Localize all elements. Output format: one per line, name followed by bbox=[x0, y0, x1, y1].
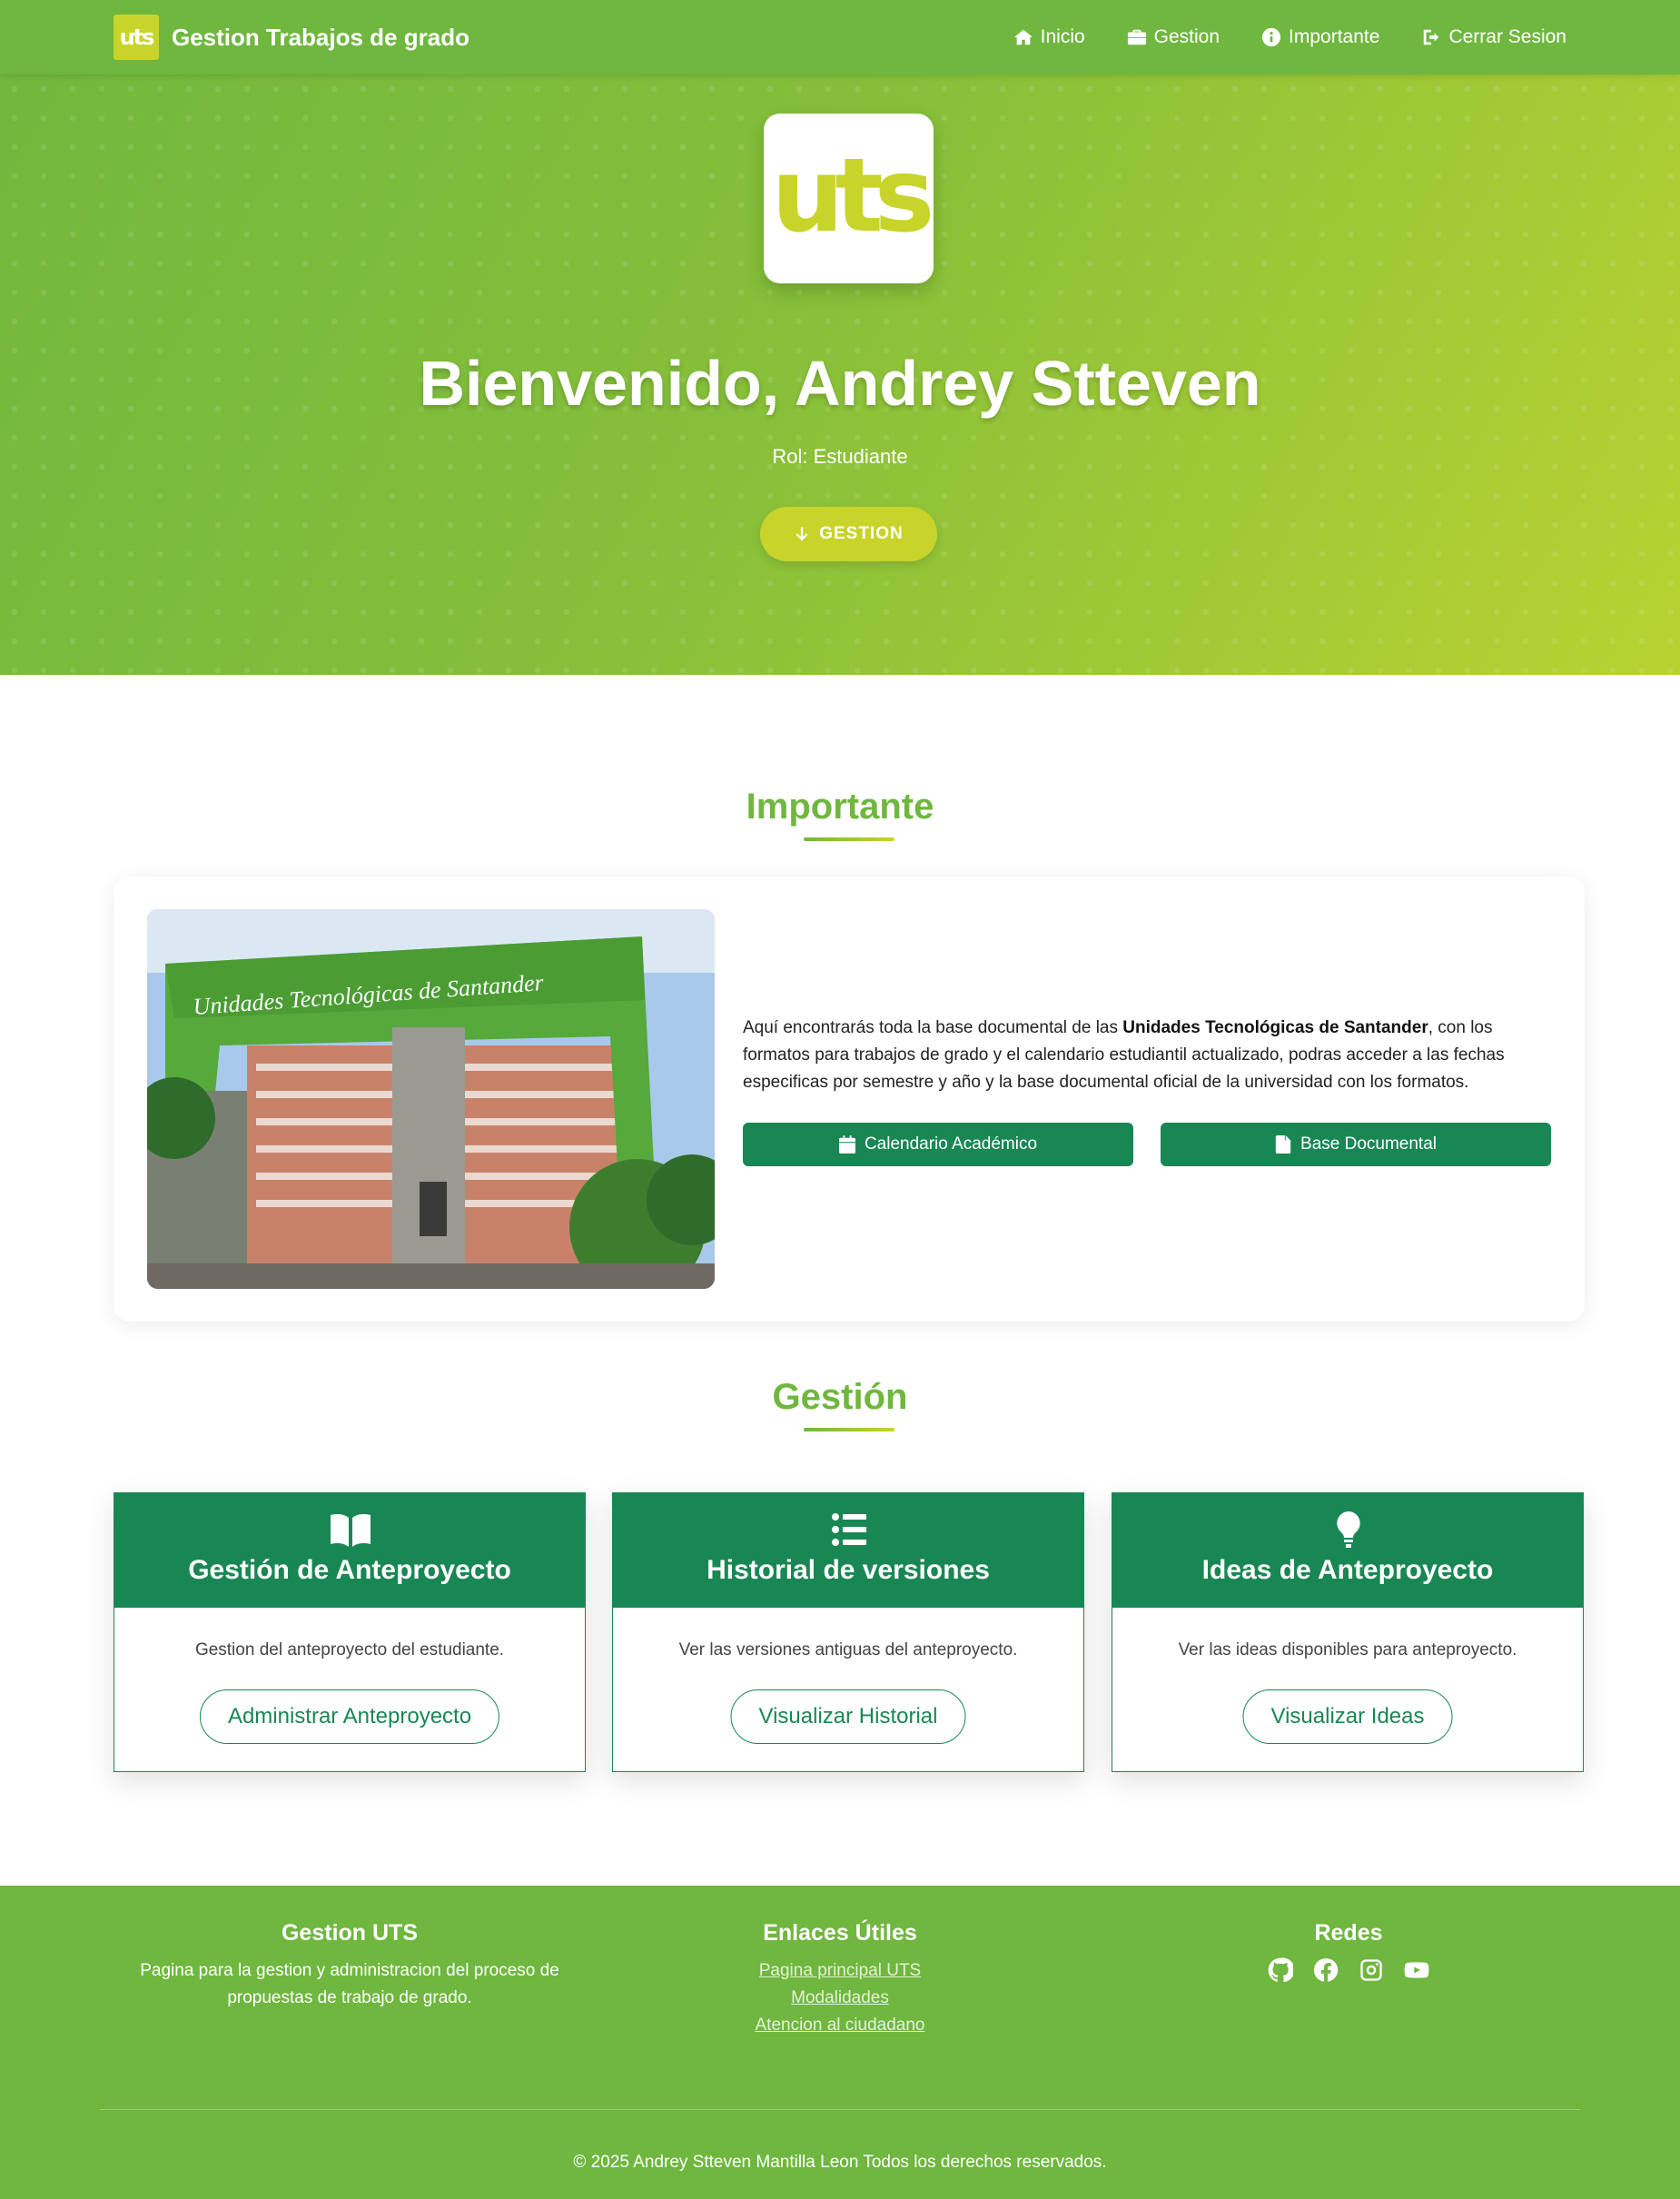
footer: Gestion UTS Pagina para la gestion y adm… bbox=[0, 1886, 1680, 2199]
visualizar-ideas-button[interactable]: Visualizar Ideas bbox=[1242, 1689, 1453, 1744]
instagram-icon[interactable] bbox=[1359, 1957, 1384, 1983]
card-ideas-title: Ideas de Anteproyecto bbox=[1201, 1555, 1494, 1585]
base-documental-label: Base Documental bbox=[1300, 1134, 1437, 1154]
footer-divider bbox=[100, 2109, 1580, 2110]
link-atencion-ciudadano[interactable]: Atencion al ciudadano bbox=[604, 2012, 1076, 2039]
lightbulb-icon bbox=[1337, 1511, 1360, 1548]
social-icons bbox=[1112, 1957, 1585, 1983]
footer-links: Enlaces Útiles Pagina principal UTS Moda… bbox=[604, 1920, 1076, 2039]
uts-logo: uts bbox=[114, 15, 159, 60]
brand-title: Gestion Trabajos de grado bbox=[172, 23, 469, 51]
importante-title: Importante bbox=[746, 787, 934, 827]
gestion-title: Gestión bbox=[772, 1377, 908, 1417]
footer-about: Gestion UTS Pagina para la gestion y adm… bbox=[114, 1920, 586, 2012]
card-anteproyecto-desc: Gestion del anteproyecto del estudiante. bbox=[194, 1640, 505, 1659]
nav-gestion-label: Gestion bbox=[1153, 26, 1220, 47]
card-ideas-header: Ideas de Anteproyecto bbox=[1112, 1493, 1583, 1608]
navbar: uts Gestion Trabajos de grado Inicio Ges… bbox=[0, 0, 1680, 74]
administrar-anteproyecto-button[interactable]: Administrar Anteproyecto bbox=[199, 1689, 500, 1744]
footer-links-title: Enlaces Útiles bbox=[763, 1920, 917, 1946]
sign-out-icon bbox=[1424, 29, 1439, 45]
link-pagina-principal[interactable]: Pagina principal UTS bbox=[604, 1957, 1076, 1985]
github-icon[interactable] bbox=[1268, 1957, 1293, 1983]
arrow-down-icon bbox=[796, 527, 808, 541]
gestion-scroll-label: GESTION bbox=[819, 524, 904, 543]
card-historial-desc: Ver las versiones antiguas del anteproye… bbox=[678, 1640, 1018, 1659]
hero-logo-text: uts bbox=[771, 136, 935, 255]
home-icon bbox=[1013, 29, 1033, 45]
file-icon bbox=[1275, 1135, 1291, 1154]
card-historial-header: Historial de versiones bbox=[613, 1493, 1083, 1608]
briefcase-icon bbox=[1127, 29, 1146, 45]
gestion-underline bbox=[804, 1428, 894, 1431]
importante-description: Aquí encontrarás toda la base documental… bbox=[743, 1015, 1551, 1096]
calendar-icon bbox=[838, 1135, 855, 1154]
hero-logo: uts bbox=[764, 114, 934, 283]
info-circle-icon bbox=[1261, 27, 1281, 47]
card-historial: Historial de versiones Ver las versiones… bbox=[612, 1492, 1084, 1772]
nav-inicio[interactable]: Inicio bbox=[1013, 26, 1085, 48]
footer-about-title: Gestion UTS bbox=[281, 1920, 418, 1946]
footer-about-text: Pagina para la gestion y administracion … bbox=[140, 1961, 559, 2007]
card-historial-title: Historial de versiones bbox=[707, 1555, 990, 1585]
list-icon bbox=[832, 1513, 866, 1546]
hero-section: uts Bienvenido, Andrey Stteven Rol: Estu… bbox=[0, 74, 1680, 675]
card-anteproyecto-title: Gestión de Anteproyecto bbox=[188, 1555, 511, 1585]
importante-underline bbox=[804, 837, 894, 841]
nav-inicio-label: Inicio bbox=[1040, 26, 1085, 47]
footer-social-title: Redes bbox=[1314, 1920, 1383, 1946]
link-modalidades[interactable]: Modalidades bbox=[604, 1985, 1076, 2012]
card-anteproyecto-header: Gestión de Anteproyecto bbox=[114, 1493, 585, 1608]
hero-role: Rol: Estudiante bbox=[772, 445, 908, 468]
base-documental-button[interactable]: Base Documental bbox=[1161, 1123, 1551, 1166]
nav-importante[interactable]: Importante bbox=[1261, 26, 1379, 48]
nav-gestion[interactable]: Gestion bbox=[1127, 26, 1220, 48]
facebook-icon[interactable] bbox=[1313, 1957, 1339, 1983]
card-ideas: Ideas de Anteproyecto Ver las ideas disp… bbox=[1112, 1492, 1584, 1772]
card-anteproyecto: Gestión de Anteproyecto Gestion del ante… bbox=[114, 1492, 586, 1772]
copyright: © 2025 Andrey Stteven Mantilla Leon Todo… bbox=[573, 2153, 1107, 2172]
card-ideas-desc: Ver las ideas disponibles para anteproye… bbox=[1178, 1640, 1517, 1659]
campus-photo: Unidades Tecnológicas de Santander bbox=[147, 909, 715, 1289]
gestion-scroll-button[interactable]: GESTION bbox=[760, 507, 937, 561]
nav-cerrar-sesion[interactable]: Cerrar Sesion bbox=[1421, 26, 1566, 48]
description-bold: Unidades Tecnológicas de Santander bbox=[1122, 1018, 1428, 1037]
footer-socials: Redes bbox=[1112, 1920, 1585, 1983]
hero-title: Bienvenido, Andrey Stteven bbox=[419, 348, 1261, 419]
brand[interactable]: uts Gestion Trabajos de grado bbox=[114, 15, 469, 60]
nav-cerrar-sesion-label: Cerrar Sesion bbox=[1448, 26, 1566, 47]
calendario-label: Calendario Académico bbox=[864, 1134, 1038, 1154]
youtube-icon[interactable] bbox=[1404, 1957, 1429, 1983]
description-part1: Aquí encontrarás toda la base documental… bbox=[743, 1018, 1123, 1037]
importante-card: Unidades Tecnológicas de Santander Aquí … bbox=[114, 877, 1585, 1322]
nav-links: Inicio Gestion Importante Cerrar Sesion bbox=[1013, 26, 1566, 48]
book-open-icon bbox=[331, 1514, 371, 1547]
visualizar-historial-button[interactable]: Visualizar Historial bbox=[730, 1689, 966, 1744]
calendario-academico-button[interactable]: Calendario Académico bbox=[743, 1123, 1133, 1166]
nav-importante-label: Importante bbox=[1289, 26, 1380, 47]
